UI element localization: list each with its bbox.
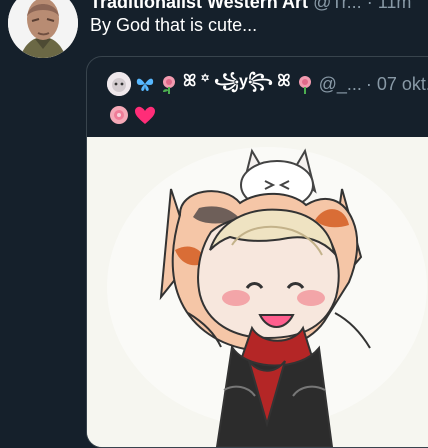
butterfly-icon (136, 78, 154, 91)
flower-icon (163, 76, 175, 94)
portrait-icon (8, 0, 78, 58)
rose-icon (110, 106, 128, 124)
chibi-cat-illustration (87, 137, 428, 447)
quoted-tweet-card[interactable]: ꕤ ꙳ ꧁y꧂ ꕤ @_... · 07 okt. (86, 56, 428, 448)
quoted-media-image[interactable] (87, 137, 428, 447)
tweet-time-separator: · (366, 0, 373, 12)
quoted-avatar[interactable] (107, 72, 131, 96)
author-avatar[interactable] (8, 0, 78, 58)
heart-icon (135, 106, 155, 124)
quoted-display-name[interactable]: ꕤ ꙳ ꧁y꧂ ꕤ (183, 68, 291, 101)
tweet-header: Traditionalist Western Art @Tr... · 11m (90, 0, 411, 13)
avatar-icon (107, 72, 131, 96)
quoted-date[interactable]: · 07 okt. (366, 74, 428, 95)
quoted-tweet-header: ꕤ ꙳ ꧁y꧂ ꕤ @_... · 07 okt. (107, 72, 428, 96)
tweet-text: By God that is cute... (90, 15, 258, 35)
flower-icon (298, 76, 311, 94)
tweet-time[interactable]: 11m (378, 0, 412, 12)
author-name[interactable]: Traditionalist Western Art (90, 0, 308, 12)
author-handle[interactable]: @Tr... (313, 0, 362, 12)
quoted-emoji-row (107, 103, 157, 127)
quoted-handle[interactable]: @_... (319, 74, 362, 95)
